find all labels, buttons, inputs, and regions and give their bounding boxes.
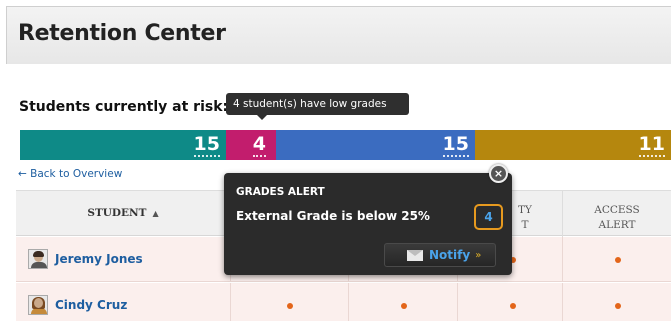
retention-center-page: Retention Center Students currently at r… [6,6,671,321]
risk-segment-4[interactable]: 11 [475,130,671,160]
access-alert-cell [562,283,671,321]
activity-alert-cell [348,283,457,321]
page-title: Retention Center [18,21,226,46]
close-icon[interactable]: × [489,164,508,183]
student-cell: Cindy Cruz [16,283,230,321]
risk-segment-1[interactable]: 15 [20,130,226,160]
risk-tooltip: 4 student(s) have low grades [226,93,409,115]
student-column-header[interactable]: STUDENT ▲ [16,191,230,237]
student-name-link[interactable]: Cindy Cruz [55,298,127,312]
avatar [28,249,48,269]
risk-segment-1-count: 15 [193,133,220,157]
risk-segment-4-count: 11 [638,133,665,157]
risk-segment-3-count: 15 [442,133,469,157]
access-header-line2: ALERT [598,219,636,231]
popup-title: GRADES ALERT [236,186,325,198]
back-to-overview-link[interactable]: ← Back to Overview [18,168,122,180]
risk-segment-3[interactable]: 15 [276,130,475,160]
alert-dot-icon [510,303,516,309]
grades-alert-cell [230,283,348,321]
custom-alert-cell [457,283,562,321]
student-cell: Jeremy Jones [16,237,230,282]
notify-label: Notify [429,248,471,262]
notify-button[interactable]: Notify » [384,243,496,267]
chevron-down-icon: » [475,249,482,261]
student-name-link[interactable]: Jeremy Jones [55,252,143,266]
alert-dot-icon [287,303,293,309]
tooltip-arrow [256,114,268,120]
avatar [28,295,48,315]
access-alert-column-header[interactable]: ACCESS ALERT [562,191,671,237]
envelope-icon [407,249,423,261]
risk-segment-2-count: 4 [252,133,266,157]
risk-segment-2[interactable]: 4 [226,130,276,160]
risk-bar: 15 4 15 11 [20,130,671,160]
sort-ascending-icon: ▲ [152,208,159,218]
access-header-line1: ACCESS [594,204,640,216]
popup-student-count[interactable]: 4 [474,204,503,230]
table-row: Cindy Cruz [16,283,671,321]
grades-alert-popup: GRADES ALERT External Grade is below 25%… [224,173,512,275]
title-bar: Retention Center [6,6,671,64]
alert-dot-icon [401,303,407,309]
risk-heading: Students currently at risk: [19,99,229,115]
alert-dot-icon [615,303,621,309]
popup-criteria-text: External Grade is below 25% [236,209,430,223]
student-header-label: STUDENT [87,207,147,219]
alert-dot-icon [615,257,621,263]
access-alert-cell [562,237,671,282]
